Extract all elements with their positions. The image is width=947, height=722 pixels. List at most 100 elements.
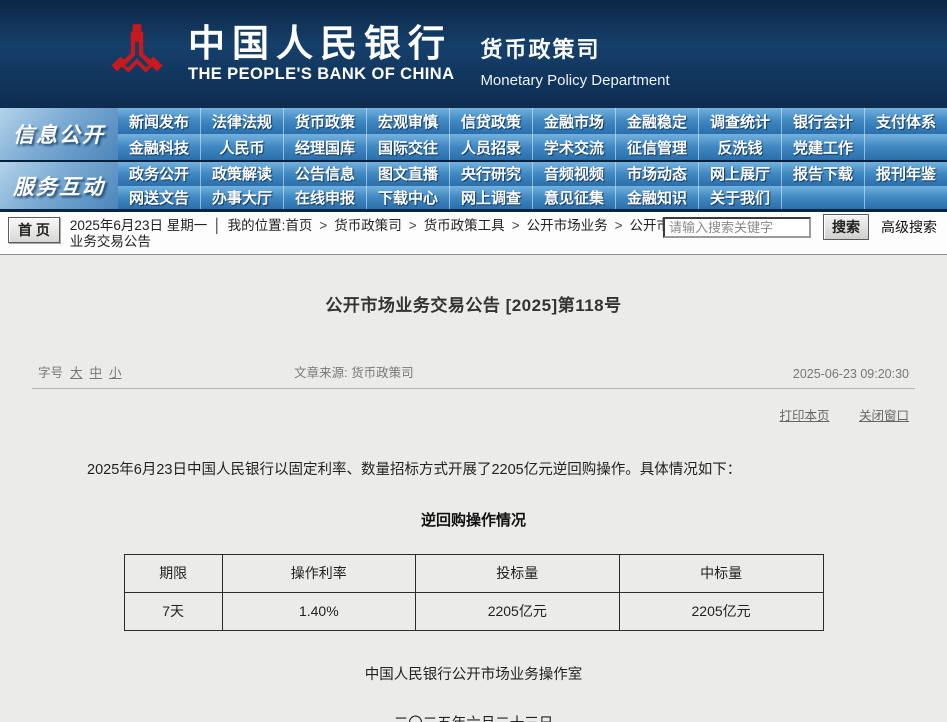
breadcrumb-location-label: 我的位置:首页 [228, 218, 313, 233]
signature: 中国人民银行公开市场业务操作室 [32, 663, 915, 684]
nav-item[interactable]: 银行会计 [781, 108, 864, 134]
nav-item-empty [781, 186, 864, 210]
nav-item[interactable]: 关于我们 [698, 186, 781, 210]
cell-bid-amount: 2205亿元 [415, 592, 619, 630]
nav-item[interactable]: 政务公开 [118, 162, 200, 186]
bank-name-cn: 中国人民银行 [188, 24, 454, 63]
font-size-controls: 字号大中小 [38, 362, 294, 381]
nav-item[interactable]: 宏观审慎 [366, 108, 449, 134]
nav-rows: 新闻发布 法律法规 货币政策 宏观审慎 信贷政策 金融市场 金融稳定 调查统计 … [118, 108, 947, 160]
article-content: 公开市场业务交易公告 [2025]第118号 字号大中小 文章来源: 货币政策司… [0, 255, 947, 722]
nav-item[interactable]: 信贷政策 [449, 108, 532, 134]
nav-item[interactable]: 音频视频 [532, 162, 615, 186]
col-header-rate: 操作利率 [222, 554, 415, 592]
operations-table: 期限 操作利率 投标量 中标量 7天 1.40% 2205亿元 2205亿元 [124, 554, 824, 631]
table-title: 逆回购操作情况 [32, 509, 915, 530]
cell-term: 7天 [124, 592, 222, 630]
nav-item[interactable]: 市场动态 [615, 162, 698, 186]
nav-rows: 政务公开 政策解读 公告信息 图文直播 央行研究 音频视频 市场动态 网上展厅 … [118, 162, 947, 209]
department-name-cn: 货币政策司 [480, 32, 669, 64]
nav-item[interactable]: 货币政策 [283, 108, 366, 134]
breadcrumb-item[interactable]: 货币政策司 [334, 218, 402, 233]
breadcrumb-item[interactable]: 货币政策工具 [424, 218, 505, 233]
article-body: 2025年6月23日中国人民银行以固定利率、数量招标方式开展了2205亿元逆回购… [58, 458, 889, 483]
sign-date: 二〇二五年六月二十三日 [32, 712, 915, 722]
nav-section-label-info[interactable]: 信息公开 [0, 108, 118, 160]
nav-row: 新闻发布 法律法规 货币政策 宏观审慎 信贷政策 金融市场 金融稳定 调查统计 … [118, 108, 947, 134]
nav-row: 政务公开 政策解读 公告信息 图文直播 央行研究 音频视频 市场动态 网上展厅 … [118, 162, 947, 186]
article-title: 公开市场业务交易公告 [2025]第118号 [32, 291, 915, 316]
breadcrumb-item[interactable]: 公开市场业务 [527, 218, 608, 233]
nav-item[interactable]: 学术交流 [532, 134, 615, 160]
nav-bar-services: 服务互动 政务公开 政策解读 公告信息 图文直播 央行研究 音频视频 市场动态 … [0, 160, 947, 212]
bank-name-en: THE PEOPLE'S BANK OF CHINA [188, 65, 454, 84]
nav-item[interactable]: 图文直播 [366, 162, 449, 186]
font-size-medium[interactable]: 中 [90, 366, 103, 380]
nav-item[interactable]: 网上展厅 [698, 162, 781, 186]
nav-item[interactable]: 意见征集 [532, 186, 615, 210]
breadcrumb-separator: > [615, 218, 623, 233]
search-input[interactable] [663, 217, 811, 238]
nav-item-empty [864, 186, 947, 210]
nav-item[interactable]: 央行研究 [449, 162, 532, 186]
article-source: 文章来源: 货币政策司 [294, 362, 653, 381]
font-size-large[interactable]: 大 [70, 366, 83, 380]
col-header-term: 期限 [124, 554, 222, 592]
site-header: 中国人民银行 THE PEOPLE'S BANK OF CHINA 货币政策司 … [0, 0, 947, 108]
nav-item[interactable]: 新闻发布 [118, 108, 200, 134]
nav-item[interactable]: 金融科技 [118, 134, 200, 160]
advanced-search-link[interactable]: 高级搜索 [881, 217, 937, 237]
nav-item[interactable]: 支付体系 [864, 108, 947, 134]
font-size-small[interactable]: 小 [109, 366, 122, 380]
nav-item[interactable]: 网上调查 [449, 186, 532, 210]
breadcrumb-separator: > [409, 218, 417, 233]
close-link[interactable]: 关闭窗口 [859, 409, 909, 423]
table-header-row: 期限 操作利率 投标量 中标量 [124, 554, 823, 592]
department-block: 货币政策司 Monetary Policy Department [480, 20, 669, 89]
nav-item[interactable]: 下载中心 [366, 186, 449, 210]
nav-item[interactable]: 报刊年鉴 [864, 162, 947, 186]
nav-item[interactable]: 政策解读 [200, 162, 283, 186]
nav-item[interactable]: 经理国库 [283, 134, 366, 160]
breadcrumb-separator: > [319, 218, 327, 233]
nav-item[interactable]: 金融市场 [532, 108, 615, 134]
col-header-awarded-amount: 中标量 [619, 554, 823, 592]
page: 中国人民银行 THE PEOPLE'S BANK OF CHINA 货币政策司 … [0, 0, 947, 722]
nav-item[interactable]: 调查统计 [698, 108, 781, 134]
article-meta-bar: 字号大中小 文章来源: 货币政策司 2025-06-23 09:20:30 [32, 362, 915, 389]
article-timestamp: 2025-06-23 09:20:30 [653, 367, 909, 381]
bank-name-block: 中国人民银行 THE PEOPLE'S BANK OF CHINA [188, 24, 454, 85]
nav-section-label-service[interactable]: 服务互动 [0, 162, 118, 209]
nav-bar-information: 信息公开 新闻发布 法律法规 货币政策 宏观审慎 信贷政策 金融市场 金融稳定 … [0, 108, 947, 160]
search-group: 搜索 高级搜索 [663, 214, 937, 240]
nav-item[interactable]: 征信管理 [615, 134, 698, 160]
nav-item[interactable]: 网送文告 [118, 186, 200, 210]
nav-item[interactable]: 反洗钱 [698, 134, 781, 160]
breadcrumb-bar-separator: │ [213, 218, 221, 233]
nav-item[interactable]: 人员招录 [449, 134, 532, 160]
nav-item[interactable]: 法律法规 [200, 108, 283, 134]
page-date: 2025年6月23日 星期一 [70, 218, 207, 233]
nav-item[interactable]: 报告下载 [781, 162, 864, 186]
search-button[interactable]: 搜索 [823, 214, 869, 240]
department-name-en: Monetary Policy Department [480, 72, 669, 89]
nav-item[interactable]: 金融知识 [615, 186, 698, 210]
nav-row: 网送文告 办事大厅 在线申报 下载中心 网上调查 意见征集 金融知识 关于我们 [118, 186, 947, 210]
nav-item[interactable]: 金融稳定 [615, 108, 698, 134]
nav-item-empty [864, 134, 947, 160]
pboc-emblem-icon [106, 14, 168, 94]
article-actions-top: 打印本页 关闭窗口 [32, 389, 915, 424]
nav-item[interactable]: 党建工作 [781, 134, 864, 160]
nav-item[interactable]: 公告信息 [283, 162, 366, 186]
print-link[interactable]: 打印本页 [779, 409, 829, 423]
nav-item[interactable]: 人民币 [200, 134, 283, 160]
font-size-label: 字号 [38, 366, 63, 380]
breadcrumb-separator: > [512, 218, 520, 233]
breadcrumb-bar: 首 页 2025年6月23日 星期一 │ 我的位置:首页 > 货币政策司 > 货币政策工具 >… [0, 212, 947, 255]
breadcrumb: 2025年6月23日 星期一 │ 我的位置:首页 > 货币政策司 > 货币政策工具 > 公开市场… [70, 218, 688, 250]
nav-item[interactable]: 办事大厅 [200, 186, 283, 210]
col-header-bid-amount: 投标量 [415, 554, 619, 592]
nav-item[interactable]: 在线申报 [283, 186, 366, 210]
home-button[interactable]: 首 页 [8, 217, 60, 243]
nav-item[interactable]: 国际交往 [366, 134, 449, 160]
